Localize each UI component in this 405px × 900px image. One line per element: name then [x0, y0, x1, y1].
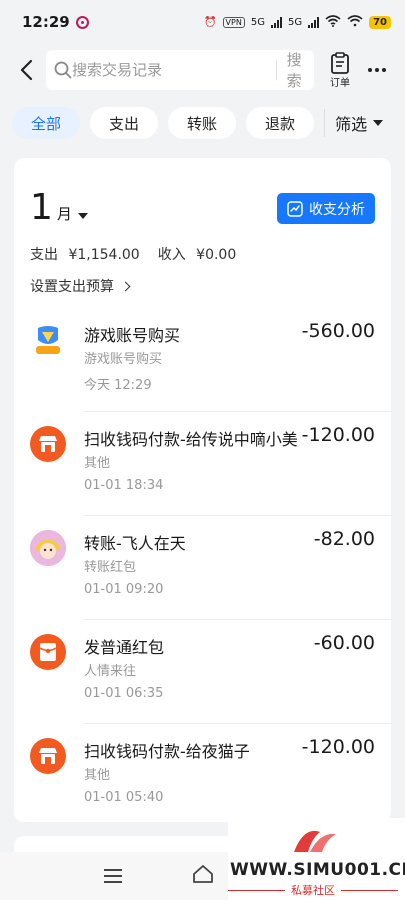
header: 搜索 订单 [0, 44, 405, 96]
signal-icon [270, 16, 282, 28]
tab-transfer[interactable]: 转账 [168, 107, 237, 139]
analysis-label: 收支分析 [309, 201, 365, 218]
transaction-title: 扫收钱码付款-给传说中嘀小美 [84, 430, 298, 449]
wifi-icon [325, 14, 341, 30]
search-button[interactable]: 搜索 [287, 49, 306, 91]
income-value: ¥0.00 [196, 247, 237, 263]
month-selector[interactable]: 1 月 [30, 190, 88, 226]
tab-refund[interactable]: 退款 [246, 107, 315, 139]
watermark-logo-icon [286, 822, 342, 862]
vpn-badge: VPN [222, 16, 245, 28]
filter-button[interactable]: 筛选 [335, 111, 384, 135]
transaction-amount: -560.00 [301, 320, 375, 342]
transaction-amount: -82.00 [313, 528, 375, 550]
income-label: 收入 [157, 247, 186, 263]
tab-expense[interactable]: 支出 [90, 107, 159, 139]
transaction-row[interactable]: 发普通红包 人情来往 01-01 06:35 -60.00 [14, 620, 391, 724]
home-icon[interactable] [192, 864, 214, 888]
transaction-title: 发普通红包 [84, 638, 165, 657]
shop-icon [30, 426, 66, 462]
tab-divider [324, 109, 326, 137]
back-icon[interactable] [6, 44, 46, 96]
transaction-time: 01-01 06:35 [84, 686, 164, 701]
income-summary: 收入 ¥0.00 [158, 244, 237, 264]
battery-indicator: 70 [369, 15, 391, 29]
transaction-amount: -120.00 [301, 424, 375, 446]
filter-tabs: 全部 支出 转账 退款 筛选 [0, 104, 405, 142]
transactions-card: 1 月 收支分析 支出 ¥1,154.00 收入 ¥0.00 设置支出预算 游戏… [14, 158, 391, 822]
status-bar: 12:29 ⏰ VPN 5G 5G 70 [0, 0, 405, 44]
transaction-category: 其他 [84, 768, 111, 783]
month-unit: 月 [56, 205, 72, 223]
transaction-time: 01-01 09:20 [84, 582, 164, 597]
transaction-amount: -60.00 [313, 632, 375, 654]
shop-icon [30, 738, 66, 774]
transaction-category: 其他 [84, 456, 111, 471]
watermark-caption-row: 私募社区 [228, 882, 398, 898]
transaction-category: 游戏账号购买 [84, 352, 163, 367]
watermark: WWW.SIMU001.CN 私募社区 [228, 818, 405, 900]
transaction-row[interactable]: 扫收钱码付款-给传说中嘀小美 其他 01-01 18:34 -120.00 [14, 412, 391, 516]
transaction-time: 01-01 18:34 [84, 478, 164, 493]
transaction-row[interactable]: 游戏账号购买 游戏账号购买 今天 12:29 -560.00 [14, 308, 391, 412]
budget-label: 设置支出预算 [30, 279, 114, 295]
transaction-title: 扫收钱码付款-给夜猫子 [84, 742, 250, 761]
expense-summary: 支出 ¥1,154.00 [30, 244, 140, 264]
status-time: 12:29 [22, 13, 70, 31]
filter-label: 筛选 [335, 115, 368, 134]
alarm-icon: ⏰ [204, 16, 217, 28]
transaction-time: 01-01 05:40 [84, 790, 164, 805]
transaction-row[interactable]: 转账-飞人在天 转账红包 01-01 09:20 -82.00 [14, 516, 391, 620]
transaction-title: 游戏账号购买 [84, 326, 181, 345]
status-icons: ⏰ VPN 5G 5G 70 [204, 14, 391, 30]
menu-icon[interactable] [104, 869, 122, 887]
order-label: 订单 [330, 77, 350, 89]
month-number: 1 [30, 187, 53, 228]
network-label-2: 5G [287, 16, 303, 28]
expense-label: 支出 [30, 247, 58, 263]
transaction-amount: -120.00 [301, 736, 375, 758]
search-input[interactable] [72, 61, 266, 79]
search-box[interactable]: 搜索 [46, 50, 314, 90]
expense-value: ¥1,154.00 [68, 247, 140, 263]
order-icon [331, 51, 349, 74]
signal-icon-2 [308, 16, 320, 28]
transaction-row[interactable]: 扫收钱码付款-给夜猫子 其他 01-01 05:40 -120.00 [14, 724, 391, 822]
transaction-category: 人情来往 [84, 664, 137, 679]
transaction-category: 转账红包 [84, 560, 137, 575]
watermark-caption: 私募社区 [291, 884, 335, 897]
network-label-1: 5G [250, 16, 265, 28]
search-divider [276, 60, 277, 80]
avatar-icon [30, 530, 66, 566]
chevron-right-icon [120, 281, 131, 291]
month-summary: 支出 ¥1,154.00 收入 ¥0.00 [30, 244, 236, 264]
caret-down-icon [77, 213, 88, 219]
notification-dot-icon [75, 15, 89, 29]
caret-down-icon [373, 120, 384, 126]
wifi-icon-2 [347, 14, 363, 30]
search-icon [54, 61, 72, 79]
more-icon[interactable] [368, 68, 386, 72]
transaction-time: 今天 12:29 [84, 378, 152, 393]
transaction-title: 转账-飞人在天 [84, 534, 186, 553]
red-packet-icon [30, 634, 66, 670]
chart-icon [287, 200, 303, 217]
set-budget-link[interactable]: 设置支出预算 [30, 276, 131, 296]
analysis-button[interactable]: 收支分析 [277, 193, 375, 224]
watermark-site: WWW.SIMU001.CN [230, 860, 405, 880]
tab-all[interactable]: 全部 [12, 107, 81, 139]
game-app-icon [30, 322, 66, 358]
order-button[interactable]: 订单 [326, 51, 354, 89]
